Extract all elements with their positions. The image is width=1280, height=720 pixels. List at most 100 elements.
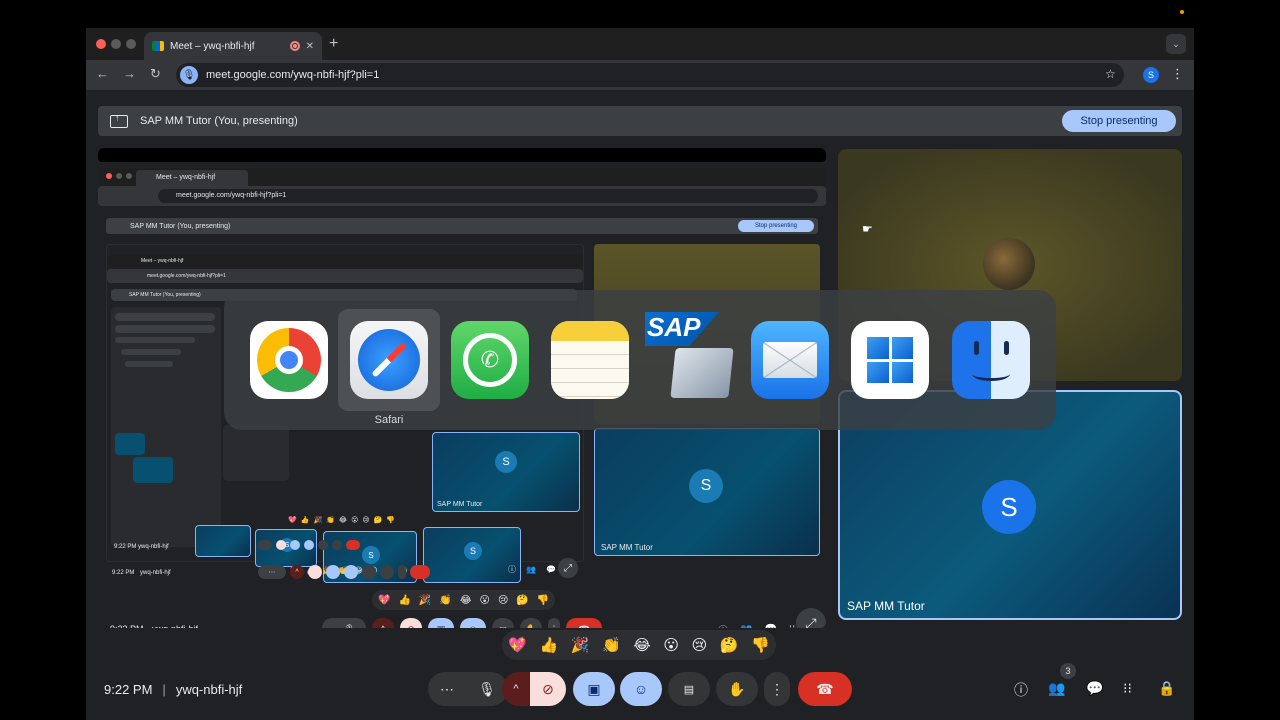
present-screen-icon [110,113,128,128]
hand-cursor-icon: ☛ [862,222,873,236]
presenting-banner: SAP MM Tutor (You, presenting) Stop pres… [98,106,1182,136]
deeper-avatar-2: S [362,546,380,564]
meeting-bottom-bar: 9:22 PM | ywq-nbfi-hjf ⋯ 🎙 ^ ⊘ ▣ ☺ ▤ ✋ ⋮… [86,663,1194,720]
chrome-icon[interactable] [250,321,328,399]
reaction-surprised[interactable]: 😮 [663,636,679,654]
present-screen-button[interactable]: ▣ [573,672,615,706]
leave-call-button[interactable]: ☎ [798,672,852,706]
zoom-window-button[interactable] [126,39,136,49]
deeper-blue-tile-1 [195,525,251,557]
deeper-screen [111,307,221,547]
whatsapp-icon[interactable]: ✆ [451,321,529,399]
deeper-tile-1 [223,425,289,481]
presenting-label: SAP MM Tutor (You, presenting) [140,115,298,127]
mini-meeting-code: ywq-nbfi-hjf [140,570,171,576]
mini2-time: 9:22 PM [114,544,137,550]
desktop: Meet – ywq-nbfi-hjf ✕ + ⌄ ← → ↻ 🎙 meet.g… [0,0,1280,720]
sap-logo-text: SAP [645,312,719,346]
more-audio-options-icon[interactable]: ⋯ [440,681,454,698]
recording-indicator-dot [1180,10,1184,14]
mini-url: meet.google.com/ywq-nbfi-hjf?pli=1 [158,189,818,203]
mini2-meeting-code: ywq-nbfi-hjf [138,544,169,550]
video-options-chevron-icon[interactable]: ^ [502,672,530,706]
mini-tab-title: Meet – ywq-nbfi-hjf [136,170,248,186]
browser-menu-icon[interactable]: ⋮ [1171,66,1184,82]
presented-meeting-code: ywq-nbfi-hjf [152,624,198,628]
finder-icon[interactable] [952,321,1030,399]
reload-icon[interactable]: ↻ [150,66,161,82]
meeting-code: ywq-nbfi-hjf [175,682,243,697]
mail-icon[interactable] [751,321,829,399]
chat-icon[interactable]: 💬 [1086,680,1103,697]
presented-right-icons: ⓘ👥💬⁝⁝ [718,622,795,628]
mini-time: 9:22 PM [112,570,135,576]
meeting-time: 9:22 PM [104,682,153,697]
camera-off-icon[interactable]: ⊘ [530,672,566,706]
more-options-icon[interactable]: ⋮ [764,672,790,706]
presented-controls: ⋯ 🎙 ^ ⊘ ▣ ☺ ▤ ✋ ⋮ ☎ [322,618,602,628]
forward-arrow-icon[interactable]: → [123,66,136,81]
back-arrow-icon[interactable]: ← [96,66,109,81]
new-tab-button[interactable]: + [329,35,338,53]
profile-avatar[interactable]: S [1143,67,1159,83]
reaction-thumbs-up[interactable]: 👍 [540,636,559,654]
audio-control-group[interactable]: ⋯ 🎙 [428,672,508,706]
nested-tab: Meet – ywq-nbfi-hjf [107,255,583,267]
url-text: meet.google.com/ywq-nbfi-hjf?pli=1 [206,69,380,81]
meeting-details-icon[interactable]: ⓘ [1014,680,1028,700]
sap-icon[interactable]: SAP [645,312,737,404]
raise-hand-button[interactable]: ✋ [716,672,758,706]
tab-search-button[interactable]: ⌄ [1166,34,1186,54]
people-icon[interactable]: 👥 [1048,680,1065,697]
bookmark-star-icon[interactable]: ☆ [1105,67,1116,81]
reaction-party-popper[interactable]: 🎉 [571,636,590,654]
mini-top-strip [98,148,826,162]
mini-tile-name-left: SAP MM Tutor [437,501,483,508]
self-tile-name: SAP MM Tutor [847,599,925,613]
address-bar[interactable]: 🎙 meet.google.com/ywq-nbfi-hjf?pli=1 [176,63,1124,87]
stop-presenting-button[interactable]: Stop presenting [1062,110,1176,132]
mini-toolbar: meet.google.com/ywq-nbfi-hjf?pli=1 [98,186,826,206]
mini2-reactions: 💖 👍 🎉 👏 😂 😮 😢 🤔 👎 [288,517,396,524]
reaction-joy[interactable]: 😂 [633,636,651,654]
mini-expand-icon: ⤢ [558,558,578,578]
mini-avatar-left: S [495,451,517,473]
mini-right-icons: ⓘ 👥 💬 [508,565,556,574]
presented-time: 9:22 PM [110,624,144,628]
participants-count-badge: 3 [1060,663,1076,679]
minimize-window-button[interactable] [111,39,121,49]
app-switcher-selected-label: Safari [374,414,404,426]
notes-icon[interactable] [551,321,629,399]
microphone-icon[interactable]: 🎙 [478,681,496,698]
deeper-blue-tile-4: S [423,527,521,583]
participant-photo [983,238,1035,290]
reaction-crying[interactable]: 😢 [692,636,708,654]
mini-presenting-banner: SAP MM Tutor (You, presenting) Stop pres… [106,218,818,234]
windows-app-icon[interactable] [851,321,929,399]
host-controls-icon[interactable]: 🔒 [1158,680,1175,697]
captions-button[interactable]: ▤ [668,672,710,706]
close-window-button[interactable] [96,39,106,49]
tab-meet[interactable]: Meet – ywq-nbfi-hjf ✕ [144,32,322,60]
safari-icon[interactable] [350,321,428,399]
mini-controls: ⋯ ^ [258,565,430,579]
reaction-thumbs-down[interactable]: 👎 [751,636,770,654]
mini-blue-tile-left: S SAP MM Tutor [432,432,580,512]
recording-icon [289,41,300,51]
close-tab-icon[interactable]: ✕ [306,41,314,52]
meeting-info: 9:22 PM | ywq-nbfi-hjf [104,682,242,697]
emoji-reactions-button[interactable]: ☺ [620,672,662,706]
presented-reactions: 💖 👍 🎉 👏 😂 😮 😢 🤔 👎 [372,590,556,610]
reaction-clapping[interactable]: 👏 [602,636,621,654]
reaction-thinking[interactable]: 🤔 [720,636,739,654]
tab-bar: Meet – ywq-nbfi-hjf ✕ + ⌄ [86,28,1194,60]
reaction-sparkling-heart[interactable]: 💖 [508,636,527,654]
microphone-permission-icon[interactable]: 🎙 [180,66,198,84]
mini-tabbar: Meet – ywq-nbfi-hjf [98,168,826,186]
mini-avatar-right: S [689,469,723,503]
browser-toolbar: ← → ↻ 🎙 meet.google.com/ywq-nbfi-hjf?pli… [86,60,1194,90]
mini-blue-tile-right: S SAP MM Tutor [594,428,820,556]
reactions-bar: 💖 👍 🎉 👏 😂 😮 😢 🤔 👎 [502,630,776,660]
activities-icon[interactable]: ⁝⁝ [1123,680,1132,697]
self-avatar: S [982,480,1036,534]
